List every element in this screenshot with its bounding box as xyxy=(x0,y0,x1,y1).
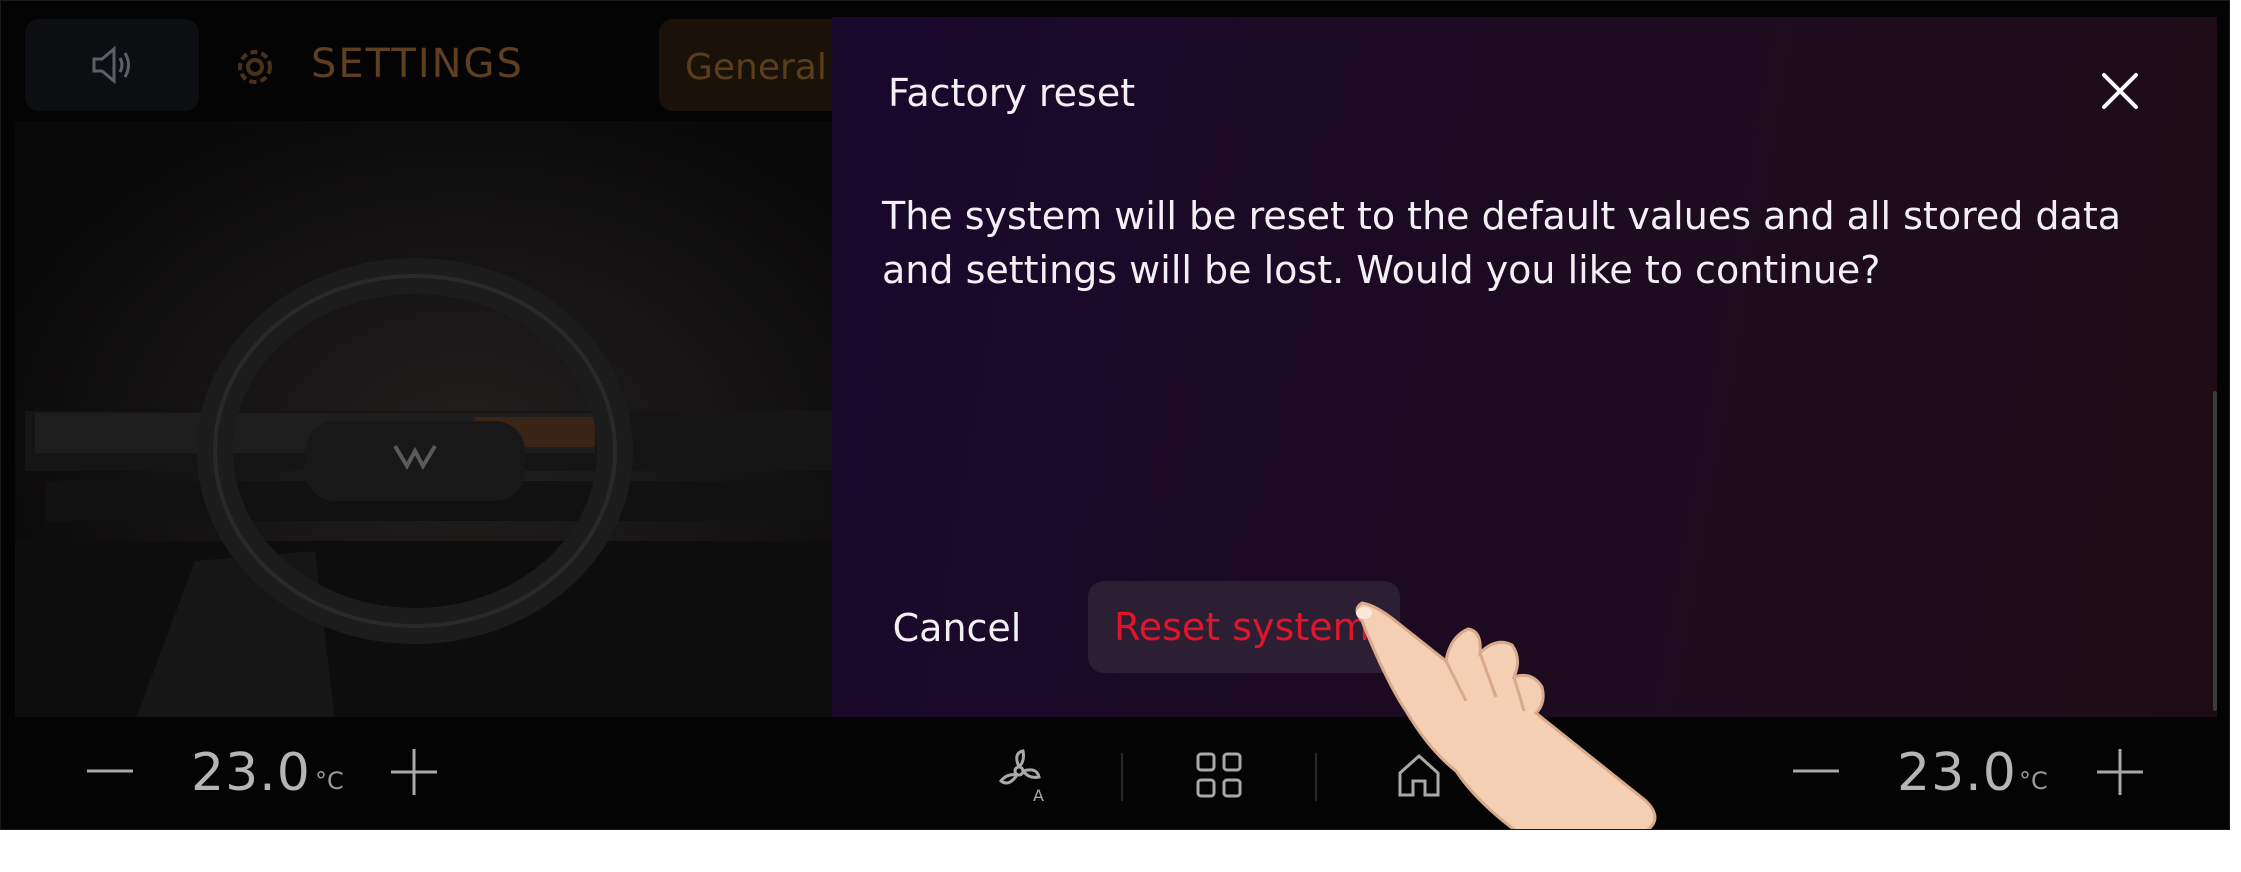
right-temp-unit: °C xyxy=(2019,767,2048,795)
dialog-message: The system will be reset to the default … xyxy=(882,194,2122,292)
close-icon[interactable] xyxy=(2094,65,2146,117)
right-temp-increase-button[interactable] xyxy=(2095,747,2145,797)
cancel-button[interactable]: Cancel xyxy=(872,583,1042,673)
vehicle-interior-image xyxy=(15,121,835,721)
scrollbar[interactable] xyxy=(2213,391,2217,711)
right-temperature: 23.0 xyxy=(1897,743,2017,803)
left-temp-unit: °C xyxy=(315,767,344,795)
left-temp-increase-button[interactable] xyxy=(389,747,439,797)
apps-grid-icon[interactable] xyxy=(1195,751,1243,799)
page-title: SETTINGS xyxy=(311,41,524,87)
speaker-icon xyxy=(92,45,130,85)
tab-general-label: General xyxy=(685,47,827,88)
right-temp-decrease-button[interactable] xyxy=(1791,761,1841,781)
left-temp-decrease-button[interactable] xyxy=(85,761,135,781)
dock-divider xyxy=(1121,753,1123,801)
pointing-hand-icon xyxy=(1355,601,1657,829)
left-temperature: 23.0 xyxy=(191,743,311,803)
fan-auto-icon[interactable]: A xyxy=(995,747,1051,803)
gear-icon xyxy=(238,50,272,84)
dialog-title: Factory reset xyxy=(888,71,1136,115)
climate-dock: 23.0 °C A 23.0 °C xyxy=(1,717,2229,829)
reset-system-label: Reset system xyxy=(1114,605,1370,649)
volume-button[interactable] xyxy=(25,19,199,111)
svg-text:A: A xyxy=(1033,786,1044,803)
steering-wheel-illustration xyxy=(15,258,835,721)
dock-divider xyxy=(1315,753,1317,801)
screen: SETTINGS General Factory reset The syste… xyxy=(0,0,2230,830)
